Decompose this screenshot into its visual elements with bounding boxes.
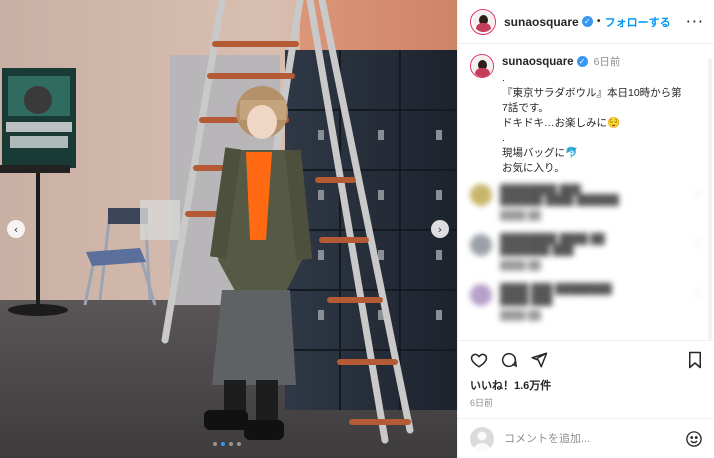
carousel-prev-button[interactable]: ‹ xyxy=(7,220,25,238)
photo-scene xyxy=(0,0,457,458)
current-user-avatar xyxy=(470,426,494,451)
smiley-icon[interactable] xyxy=(685,430,703,448)
caption-avatar[interactable] xyxy=(470,54,494,78)
comment-item: ████████ ████ ██ ███████ ███ ████ ██ ♡ xyxy=(470,234,702,270)
share-icon[interactable] xyxy=(530,351,548,369)
post-date: 6日前 xyxy=(470,398,494,408)
caption-time: 6日前 xyxy=(593,56,621,68)
comment-like-icon[interactable]: ♡ xyxy=(694,240,702,250)
post-side-panel: sunaosquare ✓ • フォローする ··· sunaosquare ✓… xyxy=(457,0,714,458)
comment-item: ████ ███ ████████ ████ ███ ████ ██ ♡ xyxy=(470,284,702,320)
carousel-indicator xyxy=(213,442,241,446)
separator-dot: • xyxy=(595,16,602,27)
caption-username[interactable]: sunaosquare xyxy=(502,56,574,68)
caption-line: . xyxy=(502,132,505,144)
verified-badge-icon: ✓ xyxy=(581,16,593,27)
avatar[interactable] xyxy=(470,8,496,35)
comment-icon[interactable] xyxy=(500,351,518,369)
commenter-avatar[interactable] xyxy=(470,284,492,306)
caption-text: . 『東京サラダボウル』本日10時から第 7話です。 ドキドキ…お楽しみに😌 .… xyxy=(502,71,702,176)
add-comment-bar xyxy=(458,418,714,458)
comment-meta: ████ ██ xyxy=(500,310,541,320)
comment-text-line2: ███████ ███ xyxy=(500,245,574,256)
comment-item: ████████ ███ ██████ ████ ██████ ████ ██ … xyxy=(470,184,702,220)
caption-line: 『東京サラダボウル』本日10時から第 xyxy=(502,87,682,99)
post-actions: いいね！1.6万件 6日前 xyxy=(458,340,714,409)
comment-text-line2: ████ ███ xyxy=(500,295,553,306)
comment-like-icon[interactable]: ♡ xyxy=(694,290,702,300)
verified-badge-icon: ✓ xyxy=(576,56,588,67)
comments-scrollbar[interactable] xyxy=(708,58,712,340)
comment-input[interactable] xyxy=(504,432,685,445)
carousel-next-button[interactable]: › xyxy=(431,220,449,238)
comment-body: ████ ███ ████████ ████ ███ ████ ██ xyxy=(500,284,688,320)
caption-line: . xyxy=(502,72,505,84)
chevron-right-icon: › xyxy=(437,222,443,236)
carousel-dot-active xyxy=(221,442,225,446)
comment-body: ████████ ████ ██ ███████ ███ ████ ██ xyxy=(500,234,688,270)
avatar-image xyxy=(471,55,493,77)
comment-like-icon[interactable]: ♡ xyxy=(694,190,702,200)
comment-body: ████████ ███ ██████ ████ ██████ ████ ██ xyxy=(500,184,688,220)
likes-count[interactable]: いいね！1.6万件 xyxy=(470,377,703,393)
comment-text-line2: ██████ ████ ██████ xyxy=(500,195,619,206)
commenter-avatar[interactable] xyxy=(470,234,492,256)
heart-icon[interactable] xyxy=(470,351,488,369)
carousel-dot xyxy=(213,442,217,446)
chevron-left-icon: ‹ xyxy=(13,222,19,236)
caption: sunaosquare ✓ 6日前 . 『東京サラダボウル』本日10時から第 7… xyxy=(470,54,702,176)
caption-line: お気に入り。 xyxy=(502,162,565,174)
caption-line: 現場バッグに🐬 xyxy=(502,147,579,159)
caption-body: sunaosquare ✓ 6日前 . 『東京サラダボウル』本日10時から第 7… xyxy=(502,54,702,176)
commenter-avatar[interactable] xyxy=(470,184,492,206)
comments-list[interactable]: ████████ ███ ██████ ████ ██████ ████ ██ … xyxy=(470,184,702,339)
comment-text: ████ ███ ████████ xyxy=(500,284,612,295)
action-icons xyxy=(470,349,703,371)
carousel-dot xyxy=(229,442,233,446)
post-photo[interactable]: ‹ › xyxy=(0,0,457,458)
follow-button[interactable]: フォローする xyxy=(605,14,671,30)
header-username[interactable]: sunaosquare xyxy=(504,15,579,29)
caption-header: sunaosquare ✓ 6日前 xyxy=(502,54,702,69)
comment-meta: ████ ██ xyxy=(500,260,541,270)
comment-text: ████████ ███ xyxy=(500,184,581,195)
caption-line: ドキドキ…お楽しみに😌 xyxy=(502,117,621,129)
more-options-icon[interactable]: ··· xyxy=(686,12,704,31)
caption-line: 7話です。 xyxy=(502,102,549,114)
comment-text: ████████ ████ ██ xyxy=(500,234,605,245)
avatar-image xyxy=(472,11,494,32)
post-header: sunaosquare ✓ • フォローする ··· xyxy=(458,0,714,44)
bookmark-icon[interactable] xyxy=(687,351,703,369)
carousel-dot xyxy=(237,442,241,446)
comment-meta: ████ ██ xyxy=(500,210,541,220)
